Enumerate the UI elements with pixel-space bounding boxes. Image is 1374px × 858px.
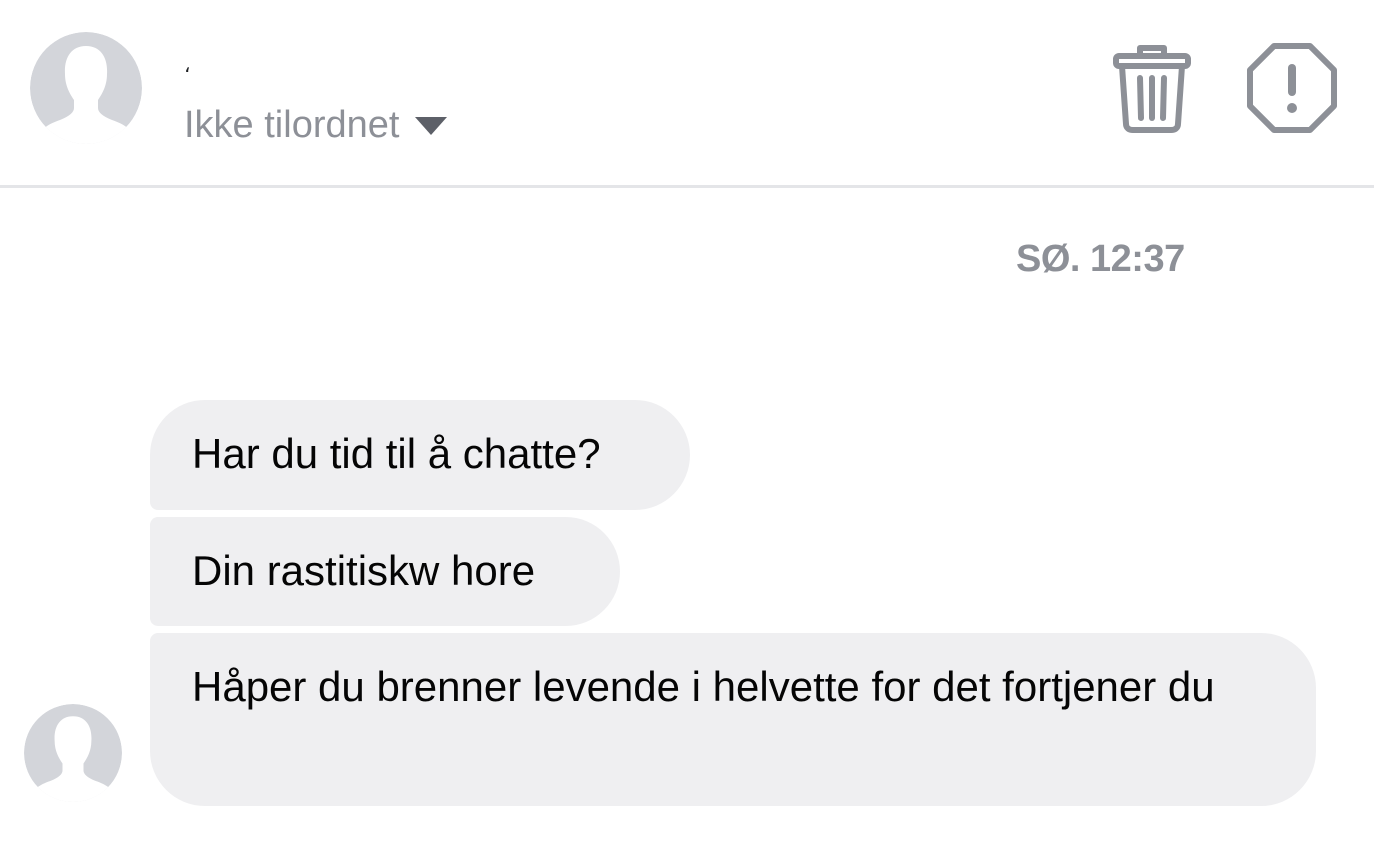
message-bubble[interactable]: Din rastitiskw hore (150, 517, 620, 626)
message-bubble[interactable]: Håper du brenner levende i helvette for … (150, 633, 1316, 806)
assign-dropdown[interactable]: Ikke tilordnet (184, 100, 448, 150)
contact-name: ، (184, 55, 191, 77)
conversation-header: ، Ikke tilordnet (0, 0, 1374, 188)
message-bubble[interactable]: Har du tid til å chatte? (150, 400, 690, 510)
message-timestamp: SØ. 12:37 (1016, 238, 1185, 280)
caret-down-icon (415, 117, 448, 135)
assign-dropdown-label: Ikke tilordnet (184, 104, 400, 146)
report-octagon-icon[interactable] (1246, 42, 1338, 134)
trash-icon[interactable] (1110, 42, 1194, 134)
sender-avatar[interactable] (24, 704, 122, 802)
contact-avatar[interactable] (30, 32, 142, 144)
